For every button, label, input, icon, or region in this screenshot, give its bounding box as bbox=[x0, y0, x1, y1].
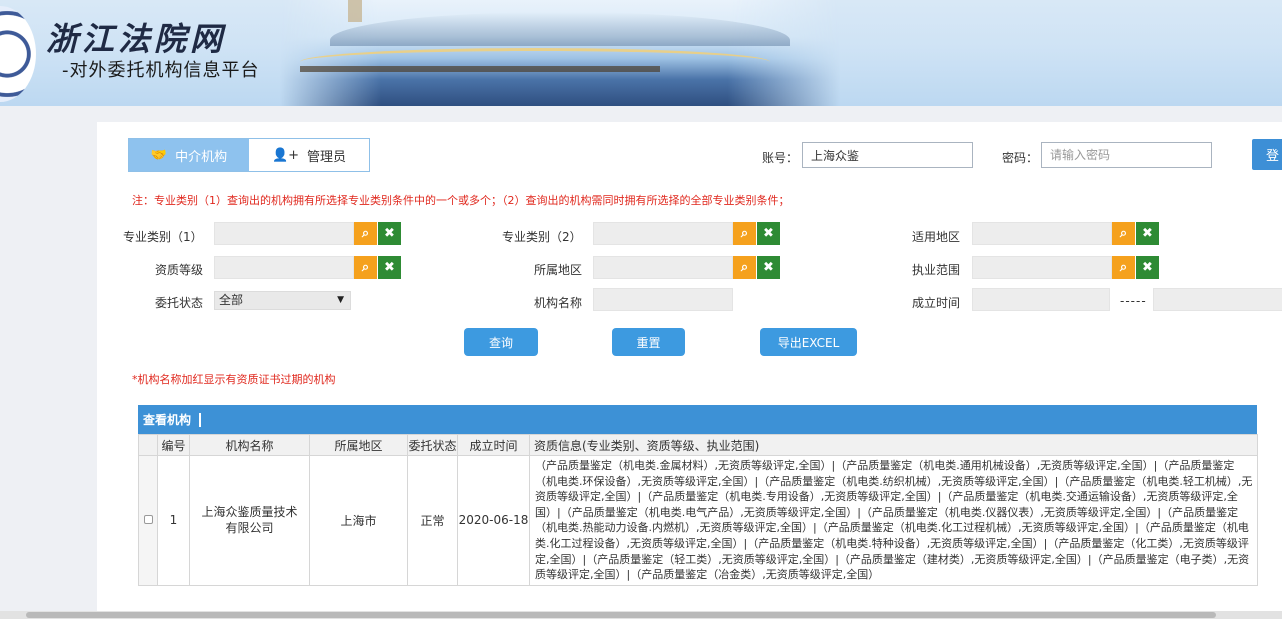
row-checkbox[interactable] bbox=[143, 515, 153, 525]
practice-scope-search-icon[interactable]: ⌕ bbox=[1112, 256, 1135, 279]
row-date: 2020-06-18 bbox=[457, 455, 530, 586]
category2-clear-icon[interactable]: ✖ bbox=[757, 222, 780, 245]
established-start-input[interactable] bbox=[972, 288, 1110, 311]
established-time-label: 成立时间 bbox=[912, 296, 961, 310]
column-header-no: 编号 bbox=[157, 434, 190, 456]
practice-scope-field[interactable] bbox=[972, 256, 1112, 279]
category1-label: 专业类别（1） bbox=[123, 230, 203, 244]
password-input[interactable] bbox=[1041, 142, 1212, 168]
practice-scope-clear-icon[interactable]: ✖ bbox=[1136, 256, 1159, 279]
tab-agency[interactable]: 🤝 中介机构 bbox=[129, 139, 249, 171]
qualification-level-clear-icon[interactable]: ✖ bbox=[378, 256, 401, 279]
category2-search-icon[interactable]: ⌕ bbox=[733, 222, 756, 245]
located-region-label: 所属地区 bbox=[534, 263, 583, 277]
tab-admin[interactable]: 👤+ 管理员 bbox=[249, 139, 369, 171]
region-applicable-field[interactable] bbox=[972, 222, 1112, 245]
column-header-region: 所属地区 bbox=[309, 434, 408, 456]
qualification-level-label: 资质等级 bbox=[155, 263, 204, 277]
pagoda-decoration bbox=[348, 0, 362, 22]
column-header-name: 机构名称 bbox=[189, 434, 310, 456]
qualification-level-field[interactable] bbox=[214, 256, 354, 279]
account-input[interactable] bbox=[802, 142, 973, 168]
entrust-status-select[interactable]: 全部 ▼ bbox=[214, 291, 351, 310]
located-region-field[interactable] bbox=[593, 256, 733, 279]
column-header-qualifications: 资质信息(专业类别、资质等级、执业范围) bbox=[529, 434, 1258, 456]
login-button[interactable]: 登 bbox=[1252, 139, 1282, 170]
horizontal-scrollbar[interactable] bbox=[0, 611, 1282, 619]
category1-clear-icon[interactable]: ✖ bbox=[378, 222, 401, 245]
practice-scope-label: 执业范围 bbox=[912, 263, 961, 277]
reset-button[interactable]: 重置 bbox=[612, 328, 685, 356]
tab-agency-label: 中介机构 bbox=[175, 149, 228, 165]
tab-admin-label: 管理员 bbox=[307, 149, 347, 165]
select-column-header bbox=[138, 434, 158, 456]
qualification-level-search-icon[interactable]: ⌕ bbox=[354, 256, 377, 279]
search-note: 注：专业类别（1）查询出的机构拥有所选择专业类别条件中的一个或多个；（2）查询出… bbox=[132, 194, 790, 207]
category1-search-icon[interactable]: ⌕ bbox=[354, 222, 377, 245]
export-excel-button[interactable]: 导出EXCEL bbox=[760, 328, 857, 356]
court-emblem-icon bbox=[0, 6, 36, 102]
agency-table: 编号 机构名称 所属地区 委托状态 成立时间 资质信息(专业类别、资质等级、执业… bbox=[138, 434, 1258, 586]
handshake-icon: 🤝 bbox=[150, 147, 168, 163]
header-banner: 浙江法院网 -对外委托机构信息平台 bbox=[0, 0, 1282, 106]
query-button[interactable]: 查询 bbox=[464, 328, 538, 356]
list-title: 查看机构 bbox=[143, 413, 192, 427]
row-qualifications: （产品质量鉴定（机电类.金属材料）,无资质等级评定,全国）|（产品质量鉴定（机电… bbox=[529, 455, 1258, 586]
entrust-status-value: 全部 bbox=[219, 293, 244, 307]
established-end-input[interactable] bbox=[1153, 288, 1282, 311]
located-region-clear-icon[interactable]: ✖ bbox=[757, 256, 780, 279]
entrust-status-label: 委托状态 bbox=[155, 296, 204, 310]
region-applicable-search-icon[interactable]: ⌕ bbox=[1112, 222, 1135, 245]
row-org-name[interactable]: 上海众鉴质量技术有限公司 bbox=[189, 455, 310, 586]
column-header-status: 委托状态 bbox=[407, 434, 458, 456]
table-row[interactable]: 1 上海众鉴质量技术有限公司 上海市 正常 2020-06-18 （产品质量鉴定… bbox=[138, 455, 1258, 586]
add-user-icon: 👤+ bbox=[271, 147, 300, 163]
org-name-label: 机构名称 bbox=[534, 296, 583, 310]
account-label: 账号： bbox=[762, 151, 799, 165]
row-no: 1 bbox=[157, 455, 190, 586]
row-status: 正常 bbox=[407, 455, 458, 586]
row-region: 上海市 bbox=[309, 455, 408, 586]
scrollbar-thumb[interactable] bbox=[26, 612, 1216, 618]
main-panel: 🤝 中介机构 👤+ 管理员 账号： 密码： 登 注：专业类别（1）查询出的机构拥… bbox=[97, 122, 1282, 619]
site-title: 浙江法院网 bbox=[46, 20, 227, 58]
column-header-date: 成立时间 bbox=[457, 434, 530, 456]
row-select-cell bbox=[138, 455, 158, 586]
site-subtitle: -对外委托机构信息平台 bbox=[62, 60, 260, 81]
causeway-decoration bbox=[300, 66, 660, 72]
dropdown-arrow-icon: ▼ bbox=[337, 295, 344, 305]
table-header-row: 编号 机构名称 所属地区 委托状态 成立时间 资质信息(专业类别、资质等级、执业… bbox=[138, 434, 1258, 456]
date-range-separator: ----- bbox=[1120, 294, 1147, 308]
region-applicable-label: 适用地区 bbox=[912, 230, 961, 244]
category1-field[interactable] bbox=[214, 222, 354, 245]
org-name-input[interactable] bbox=[593, 288, 733, 311]
expired-cert-warning: *机构名称加红显示有资质证书过期的机构 bbox=[132, 373, 336, 386]
list-title-divider bbox=[199, 412, 202, 427]
list-header: 查看机构 bbox=[138, 405, 1257, 434]
category2-field[interactable] bbox=[593, 222, 733, 245]
category2-label: 专业类别（2） bbox=[502, 230, 582, 244]
role-tabs: 🤝 中介机构 👤+ 管理员 bbox=[128, 138, 370, 172]
located-region-search-icon[interactable]: ⌕ bbox=[733, 256, 756, 279]
region-applicable-clear-icon[interactable]: ✖ bbox=[1136, 222, 1159, 245]
password-label: 密码： bbox=[1002, 151, 1039, 165]
